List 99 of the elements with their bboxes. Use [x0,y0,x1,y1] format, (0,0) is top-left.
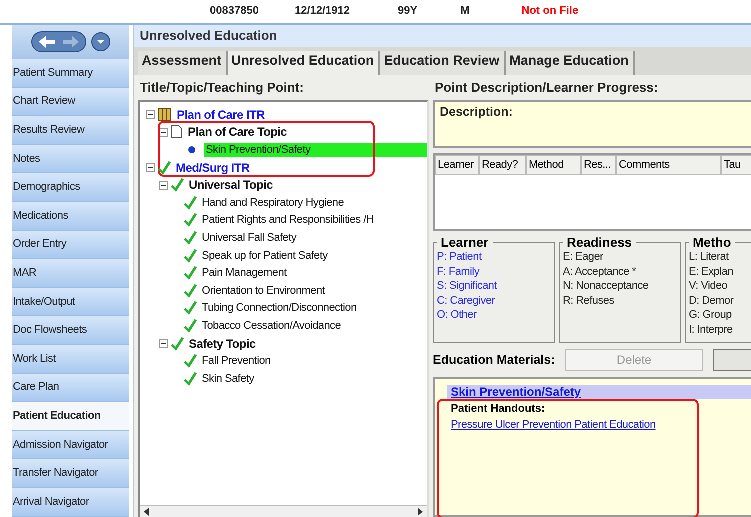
header-field: M [460,5,470,18]
legend-item: A: Acceptance * [563,264,638,280]
collapse-icon[interactable] [159,180,168,190]
detail-heading: Point Description/Learner Progress: [434,79,660,97]
sidebar-item[interactable]: Work List [12,344,129,374]
window-title: Unresolved Education [134,25,751,47]
check-icon [184,354,197,368]
header-field: Not on File [522,5,579,18]
check-icon [184,230,197,245]
sidebar-item[interactable]: Arrival Navigator [12,488,129,516]
legend-item: E: Explan [689,264,734,280]
sidebar-item[interactable]: Results Review [12,116,129,145]
tab[interactable]: Assessment [138,51,228,75]
column-header[interactable]: Tau [721,155,751,175]
sidebar-item[interactable]: Admission Navigator [12,430,129,460]
tree-item[interactable]: Patient Rights and Responsibilities /H [200,213,378,228]
tree-item[interactable]: Plan of Care Topic [186,124,292,140]
tree-item[interactable]: Fall Prevention [200,354,275,368]
tree-item[interactable]: Universal Topic [187,177,277,194]
legend-item: D: Demor [689,294,735,308]
check-icon [171,178,184,192]
sidebar-item[interactable]: Patient Summary [12,59,129,88]
sidebar-item[interactable]: Patient Education [12,402,129,431]
sidebar-item[interactable]: Intake/Output [12,288,129,316]
check-icon [158,160,171,175]
sidebar-item[interactable]: Order Entry [12,230,129,260]
collapse-icon[interactable] [146,163,155,172]
materials-label: Education Materials: [433,353,556,367]
check-icon [184,318,197,333]
tree-item[interactable]: Med/Surg ITR [174,160,254,176]
check-icon [184,284,197,298]
header-field: 00837850 [210,5,259,18]
check-icon [184,213,197,228]
legend-title: Readiness [566,235,634,250]
column-header[interactable]: Res... [581,155,616,175]
legend-item: G: Group [689,308,733,323]
sidebar-item[interactable]: Medications [12,202,129,231]
tree-item[interactable]: Speak up for Patient Safety [200,248,332,263]
column-header[interactable]: Ready? [479,155,526,175]
horizontal-scrollbar[interactable] [140,505,427,517]
collapse-icon[interactable] [159,128,168,137]
tree-item[interactable]: Plan of Care ITR [175,106,269,123]
column-header[interactable]: Learner [435,155,479,175]
tree-item[interactable]: Orientation to Environment [200,284,330,298]
collapse-icon[interactable] [146,110,155,120]
check-icon [184,301,197,316]
check-icon [184,196,197,210]
legend-link[interactable]: O: Other [437,308,551,323]
sidebar-item[interactable]: Demographics [12,173,129,202]
sidebar-item[interactable]: Care Plan [12,374,129,402]
dropdown-icon[interactable] [90,32,110,52]
sidebar-item[interactable]: MAR [12,259,129,288]
legend-title: Learner [440,235,490,250]
collapse-icon[interactable] [159,339,168,348]
tree-item[interactable]: Skin Safety [200,372,258,386]
sidebar-item[interactable]: Notes [12,144,129,174]
legend-item: R: Refuses [563,294,616,308]
legend-link[interactable]: S: Significant [437,279,551,294]
legend-link[interactable]: P: Patient [437,250,551,265]
sidebar-item[interactable]: Doc Flowsheets [12,316,129,345]
tree-item[interactable]: Tubing Connection/Disconnection [200,301,361,316]
tree-item[interactable]: Tobacco Cessation/Avoidance [200,318,346,333]
book-icon [158,108,172,122]
header-field: 12/12/1912 [294,5,350,18]
header-field: 99Y [398,5,418,18]
material-item[interactable]: Skin Prevention/Safety [447,385,751,399]
column-header[interactable]: Method [526,155,581,175]
tree-item[interactable]: Pain Management [200,266,291,280]
tab[interactable]: Education Review [380,51,506,75]
tab[interactable]: Manage Education [506,51,635,75]
tree-item[interactable]: Safety Topic [187,336,260,352]
check-icon [184,248,197,263]
legend-link[interactable]: F: Family [437,264,551,280]
sidebar-item[interactable]: Transfer Navigator [12,459,129,488]
legend-item: V: Video [689,279,729,294]
document-icon [171,125,183,140]
description-label: Description: [433,100,751,148]
check-icon [184,266,197,280]
legend-item: N: Nonacceptance [563,279,650,294]
handout-link[interactable]: Pressure Ulcer Prevention Patient Education [451,419,656,431]
column-header[interactable]: Comments [616,155,721,175]
tree-item[interactable]: Skin Prevention/Safety [204,142,427,157]
tab[interactable]: Unresolved Education [228,51,380,75]
legend-item: I: Interpre [689,322,734,338]
tree-item[interactable]: Hand and Respiratory Hygiene [200,196,348,210]
legend-link[interactable]: C: Caregiver [437,294,551,308]
back-forward-icon[interactable] [30,31,86,53]
sidebar-item[interactable]: Chart Review [12,88,129,116]
check-icon [171,336,184,351]
legend-title: Metho [692,235,732,250]
bullet-icon [188,146,196,154]
tree-item[interactable]: Universal Fall Safety [200,230,301,245]
legend-item: E: Eager [563,250,604,265]
check-icon [184,372,197,386]
handouts-label: Patient Handouts: [451,403,546,415]
scroll-right-icon[interactable] [417,508,423,516]
legend-item: L: Literat [689,250,730,265]
tree-heading: Title/Topic/Teaching Point: [139,79,305,97]
scroll-left-icon[interactable] [144,508,150,516]
